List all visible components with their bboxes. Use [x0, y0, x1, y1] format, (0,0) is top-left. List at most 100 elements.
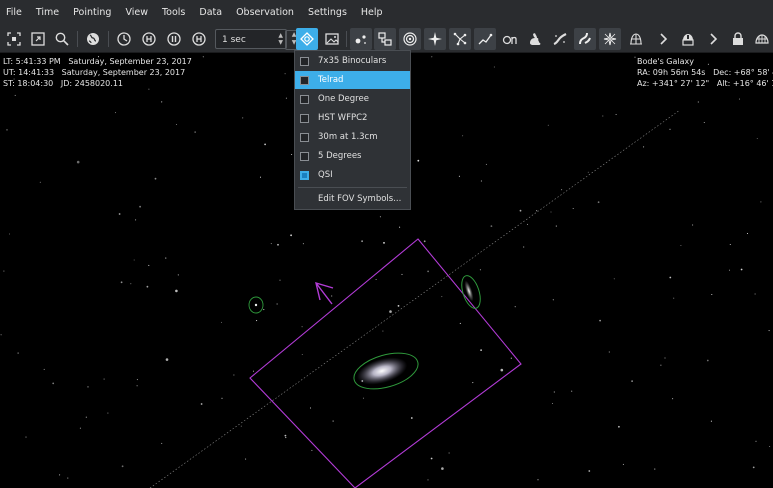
star: [622, 463, 624, 465]
fov-checkbox[interactable]: [300, 56, 309, 66]
star: [382, 330, 384, 332]
menu-pointing[interactable]: Pointing: [66, 0, 118, 26]
star: [673, 297, 675, 299]
star: [379, 216, 381, 218]
star: [135, 219, 137, 221]
fov-checkbox[interactable]: [300, 94, 309, 104]
toggle-solar-system-button[interactable]: [424, 28, 446, 50]
fov-item-30m-at-1-3cm[interactable]: 30m at 1.3cm: [295, 128, 410, 146]
star: [427, 479, 429, 481]
fov-checkbox[interactable]: [300, 151, 309, 161]
image-viewer-button[interactable]: [321, 28, 343, 50]
find-object-button[interactable]: [51, 28, 73, 50]
ekos-button[interactable]: [677, 28, 699, 50]
star: [285, 97, 287, 99]
star: [427, 270, 429, 273]
star: [25, 436, 27, 438]
toggle-equatorial-grid-button[interactable]: [574, 28, 596, 50]
star: [760, 201, 762, 203]
toggle-constellation-names-button[interactable]: [499, 28, 521, 50]
toggle-constellation-art-button[interactable]: [524, 28, 546, 50]
fov-orientation-arrow: [315, 281, 334, 305]
star: [302, 243, 304, 245]
fov-item-qsi[interactable]: QSI: [295, 166, 410, 184]
step-back-button[interactable]: [138, 28, 160, 50]
star: [67, 477, 69, 479]
star: [692, 224, 694, 226]
toggle-ground-button[interactable]: [599, 28, 621, 50]
star: [136, 385, 138, 387]
fov-symbols-button[interactable]: [296, 28, 318, 50]
time-step-field[interactable]: 1 sec ▲ ▼ ▲ ▼: [215, 29, 303, 50]
toggle-constellation-bounds-button[interactable]: [474, 28, 496, 50]
menu-file[interactable]: File: [0, 0, 29, 26]
globe-icon: [87, 33, 99, 45]
toggle-deep-sky-button[interactable]: [374, 28, 396, 50]
toggle-milky-way-button[interactable]: [549, 28, 571, 50]
toggle-stars-button[interactable]: [350, 28, 372, 50]
toggle-constellation-lines-button[interactable]: [449, 28, 471, 50]
star: [256, 320, 258, 322]
milky-way-icon: [553, 33, 567, 46]
step-forward-button[interactable]: [188, 28, 210, 50]
star: [552, 299, 554, 301]
menu-observation[interactable]: Observation: [229, 0, 301, 26]
rabbit-icon: [530, 33, 541, 45]
star: [375, 278, 377, 281]
fov-checkbox[interactable]: [300, 132, 309, 142]
telescope-mount-button[interactable]: [751, 28, 773, 50]
zoom-fit-button[interactable]: [3, 28, 25, 50]
grid-curve-icon: [579, 32, 591, 45]
star: [493, 66, 495, 68]
fov-item-hst-wfpc2[interactable]: HST WFPC2: [295, 109, 410, 127]
star: [672, 398, 674, 400]
fov-item-one-degree[interactable]: One Degree: [295, 90, 410, 108]
edit-fov-symbols-item[interactable]: Edit FOV Symbols...: [318, 194, 401, 204]
fov-item-5-degrees[interactable]: 5 Degrees: [295, 147, 410, 165]
geographic-button[interactable]: [82, 28, 104, 50]
star: [479, 269, 481, 271]
toggle-galaxies-button[interactable]: [399, 28, 421, 50]
star: [309, 407, 312, 409]
menu-time[interactable]: Time: [29, 0, 66, 26]
menu-tools[interactable]: Tools: [155, 0, 192, 26]
menu-view[interactable]: View: [118, 0, 155, 26]
lock-view-button[interactable]: [727, 28, 749, 50]
constellation-lines-icon: [453, 32, 467, 46]
star: [175, 289, 178, 293]
set-time-button[interactable]: [113, 28, 135, 50]
star: [240, 425, 242, 427]
star: [103, 378, 105, 380]
star: [277, 243, 279, 246]
time-step-spinner[interactable]: ▲ ▼: [278, 32, 283, 46]
star: [608, 351, 610, 353]
star: [154, 177, 157, 180]
star: [389, 310, 392, 313]
focus-object-name: Bode's Galaxy: [637, 57, 694, 66]
stars-icon: [355, 35, 366, 44]
fov-item-7x35-binoculars[interactable]: 7x35 Binoculars: [295, 52, 410, 70]
fov-item-telrad[interactable]: Telrad: [295, 71, 410, 89]
spiral-galaxy-icon: [403, 32, 417, 46]
toolbar-overflow-button[interactable]: [652, 28, 674, 50]
fov-checkbox[interactable]: [300, 75, 309, 85]
fov-checkbox-checked[interactable]: [300, 170, 309, 180]
star: [284, 434, 287, 437]
star: [3, 270, 5, 272]
pause-button[interactable]: [163, 28, 185, 50]
toggle-horizon-button[interactable]: [625, 28, 647, 50]
star: [311, 449, 313, 451]
toolbar-overflow-button-2[interactable]: [702, 28, 724, 50]
menu-help[interactable]: Help: [354, 0, 390, 26]
fov-item-label: 5 Degrees: [318, 151, 362, 161]
star: [431, 56, 433, 58]
fov-checkbox[interactable]: [300, 113, 309, 123]
step-backward-icon: [142, 32, 156, 46]
bodes-galaxy-image[interactable]: [354, 352, 411, 389]
menu-settings[interactable]: Settings: [301, 0, 354, 26]
star: [754, 293, 756, 295]
star: [769, 445, 771, 448]
star: [740, 268, 743, 271]
menu-data[interactable]: Data: [192, 0, 229, 26]
zoom-select-button[interactable]: [27, 28, 49, 50]
